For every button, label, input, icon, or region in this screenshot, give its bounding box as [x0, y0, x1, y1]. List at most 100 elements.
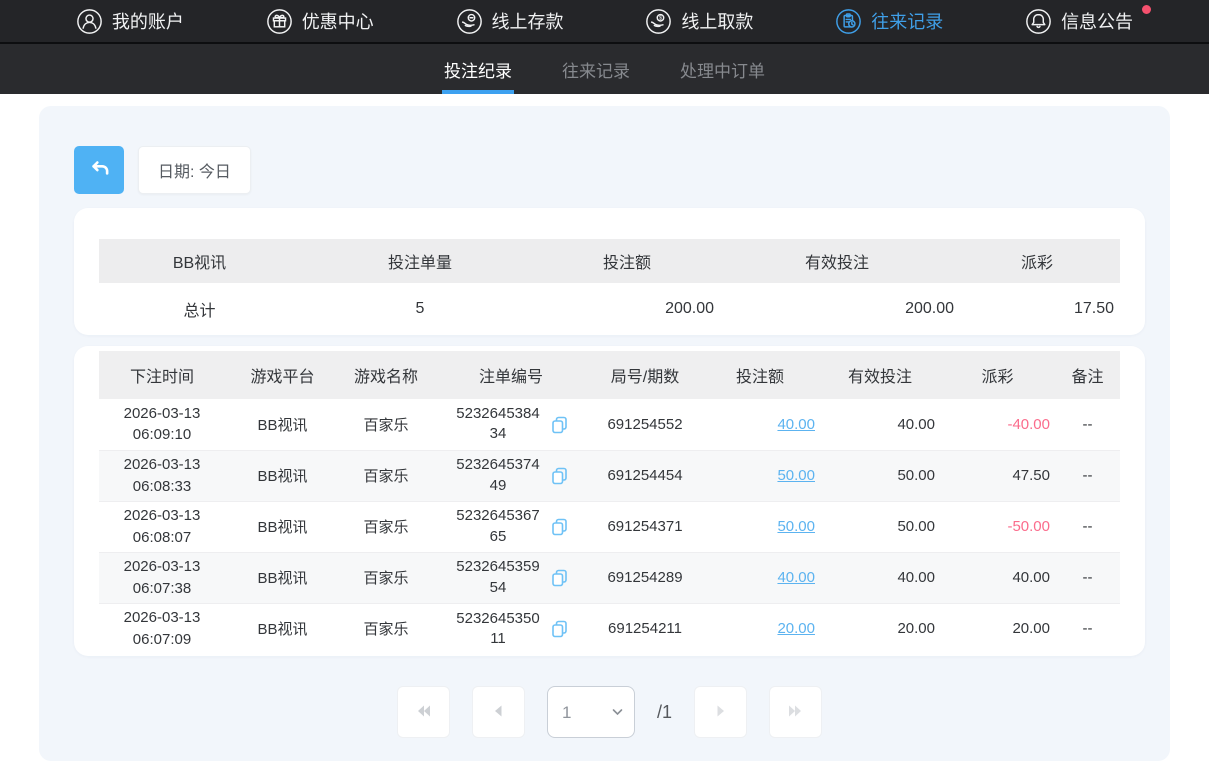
prev-page-icon: [489, 702, 507, 723]
copy-icon[interactable]: [550, 415, 569, 434]
records-header-row: 下注时间 游戏平台 游戏名称 注单编号 局号/期数 投注额 有效投注 派彩 备注: [99, 351, 1120, 399]
bet-records-table: 下注时间 游戏平台 游戏名称 注单编号 局号/期数 投注额 有效投注 派彩 备注…: [99, 351, 1120, 654]
summary-header-bet-count: 投注单量: [300, 239, 540, 283]
header-remark: 备注: [1055, 351, 1120, 399]
header-round-number: 局号/期数: [590, 351, 700, 399]
bet-amount-link[interactable]: 40.00: [777, 569, 815, 586]
nav-item-my-account[interactable]: 我的账户: [70, 8, 190, 35]
prev-page-button[interactable]: [472, 686, 525, 738]
remark-cell: --: [1055, 501, 1120, 552]
nav-label: 线上取款: [681, 8, 753, 34]
copy-icon[interactable]: [550, 517, 569, 536]
summary-total-label: 总计: [99, 283, 300, 335]
bet-time: 2026-03-1306:07:09: [99, 607, 225, 651]
nav-label: 优惠中心: [302, 8, 374, 34]
nav-label: 线上存款: [492, 8, 564, 34]
last-page-button[interactable]: [769, 686, 822, 738]
copy-icon[interactable]: [550, 466, 569, 485]
page-select[interactable]: 1: [547, 686, 635, 738]
copy-icon[interactable]: [550, 619, 569, 638]
top-navigation: 我的账户 优惠中心 线上存款 $: [0, 0, 1209, 42]
summary-header-bet-amount: 投注额: [540, 239, 720, 283]
platform-cell: BB视讯: [225, 399, 340, 450]
game-name-cell: 百家乐: [340, 450, 432, 501]
tab-transaction-records[interactable]: 往来记录: [560, 44, 632, 94]
bet-record-row: 2026-03-1306:09:10 BB视讯 百家乐 523264538434…: [99, 399, 1120, 450]
valid-bet-cell: 50.00: [820, 501, 940, 552]
round-number-cell: 691254211: [590, 603, 700, 654]
header-payout: 派彩: [940, 351, 1055, 399]
summary-total-row: 总计 5 200.00 200.00 17.50: [99, 283, 1120, 335]
toolbar: 日期: 今日: [74, 146, 1145, 194]
total-pages-label: /1: [657, 702, 672, 723]
nav-item-transaction-records[interactable]: 往来记录: [829, 8, 949, 35]
bet-amount-link[interactable]: 50.00: [777, 518, 815, 535]
nav-item-deposit[interactable]: 线上存款: [450, 8, 570, 35]
copy-icon[interactable]: [550, 568, 569, 587]
nav-item-promotions[interactable]: 优惠中心: [260, 8, 380, 35]
platform-cell: BB视讯: [225, 603, 340, 654]
platform-cell: BB视讯: [225, 552, 340, 603]
platform-cell: BB视讯: [225, 501, 340, 552]
round-number-cell: 691254454: [590, 450, 700, 501]
record-tabs: 投注纪录 往来记录 处理中订单: [0, 42, 1209, 94]
summary-payout: 17.50: [960, 283, 1120, 335]
bell-icon: [1025, 8, 1052, 35]
bet-amount-link[interactable]: 50.00: [777, 467, 815, 484]
remark-cell: --: [1055, 399, 1120, 450]
game-name-cell: 百家乐: [340, 552, 432, 603]
payout-cell: -50.00: [940, 501, 1055, 552]
bet-time: 2026-03-1306:08:07: [99, 505, 225, 549]
bet-time: 2026-03-1306:08:33: [99, 454, 225, 498]
summary-valid-bet: 200.00: [720, 283, 960, 335]
bet-record-row: 2026-03-1306:08:33 BB视讯 百家乐 523264537449…: [99, 450, 1120, 501]
header-valid-bet: 有效投注: [820, 351, 940, 399]
notification-dot: [1142, 5, 1151, 14]
header-game-name: 游戏名称: [340, 351, 432, 399]
return-arrow-icon: [86, 156, 112, 185]
payout-cell: 20.00: [940, 603, 1055, 654]
back-button[interactable]: [74, 146, 124, 194]
deposit-coin-hand-icon: [456, 8, 483, 35]
records-clipboard-clock-icon: [835, 8, 862, 35]
last-page-icon: [787, 702, 805, 723]
summary-header-row: BB视讯 投注单量 投注额 有效投注 派彩: [99, 239, 1120, 283]
header-bet-time: 下注时间: [99, 351, 225, 399]
summary-bet-count: 5: [300, 283, 540, 335]
summary-card: BB视讯 投注单量 投注额 有效投注 派彩 总计 5 200.00 200.00…: [74, 208, 1145, 335]
nav-item-withdraw[interactable]: $ 线上取款: [639, 8, 759, 35]
payout-cell: -40.00: [940, 399, 1055, 450]
bet-number: 523264537449: [453, 455, 543, 496]
bet-amount-link[interactable]: 40.00: [777, 416, 815, 433]
bet-record-row: 2026-03-1306:07:38 BB视讯 百家乐 523264535954…: [99, 552, 1120, 603]
gift-icon: [266, 8, 293, 35]
bet-number: 523264535954: [453, 557, 543, 598]
remark-cell: --: [1055, 552, 1120, 603]
header-bet-number: 注单编号: [432, 351, 590, 399]
bet-amount-link[interactable]: 20.00: [777, 620, 815, 637]
game-name-cell: 百家乐: [340, 399, 432, 450]
date-filter-button[interactable]: 日期: 今日: [138, 146, 251, 194]
first-page-button[interactable]: [397, 686, 450, 738]
bet-records-card: 下注时间 游戏平台 游戏名称 注单编号 局号/期数 投注额 有效投注 派彩 备注…: [74, 346, 1145, 656]
bet-record-row: 2026-03-1306:08:07 BB视讯 百家乐 523264536765…: [99, 501, 1120, 552]
pagination: 1 /1: [74, 686, 1145, 738]
nav-label: 信息公告: [1061, 8, 1133, 34]
bet-time: 2026-03-1306:09:10: [99, 403, 225, 447]
header-bet-amount: 投注额: [700, 351, 820, 399]
summary-header-valid-bet: 有效投注: [720, 239, 960, 283]
content-panel: 日期: 今日 BB视讯 投注单量 投注额 有效投注 派彩 总计 5 200.00: [39, 106, 1170, 761]
summary-table: BB视讯 投注单量 投注额 有效投注 派彩 总计 5 200.00 200.00…: [99, 239, 1120, 335]
nav-label: 往来记录: [871, 8, 943, 34]
tab-bet-records[interactable]: 投注纪录: [442, 44, 514, 94]
game-name-cell: 百家乐: [340, 603, 432, 654]
round-number-cell: 691254552: [590, 399, 700, 450]
summary-header-payout: 派彩: [960, 239, 1120, 283]
tab-processing-orders[interactable]: 处理中订单: [678, 44, 767, 94]
remark-cell: --: [1055, 603, 1120, 654]
payout-cell: 47.50: [940, 450, 1055, 501]
nav-item-announcements[interactable]: 信息公告: [1019, 8, 1139, 35]
round-number-cell: 691254289: [590, 552, 700, 603]
next-page-button[interactable]: [694, 686, 747, 738]
round-number-cell: 691254371: [590, 501, 700, 552]
